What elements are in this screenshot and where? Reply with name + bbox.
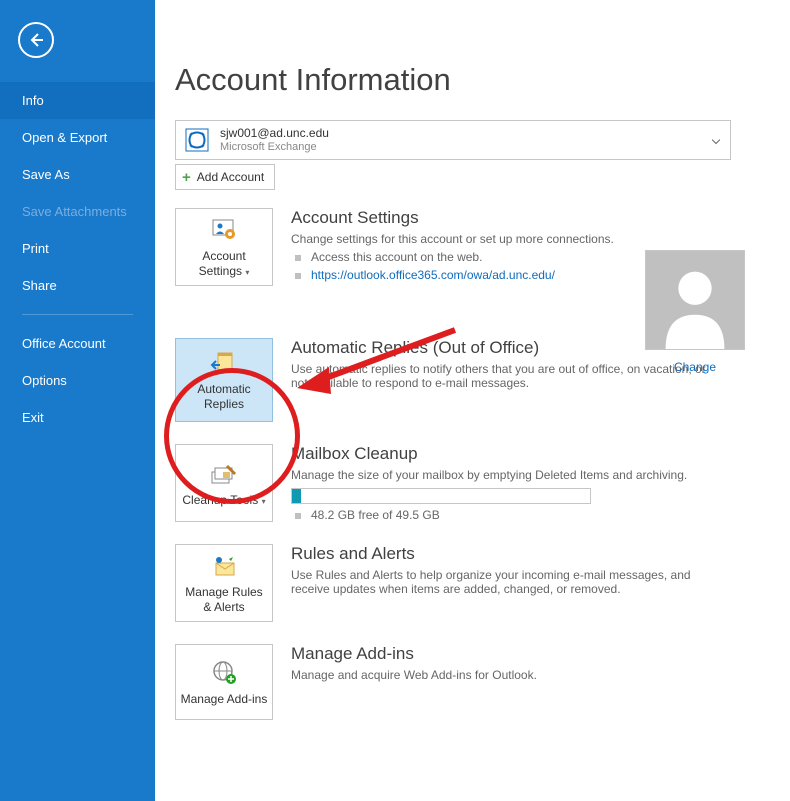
back-arrow-icon	[27, 31, 45, 49]
main-panel: Account Information sjw001@ad.unc.edu Mi…	[155, 0, 790, 801]
rules-tile-label: Manage Rules & Alerts	[180, 585, 268, 615]
account-settings-button[interactable]: Account Settings ▾	[175, 208, 273, 286]
rules-title: Rules and Alerts	[291, 544, 721, 564]
nav-save-attachments: Save Attachments	[0, 193, 155, 230]
nav-open-export[interactable]: Open & Export	[0, 119, 155, 156]
avatar-box: Change	[645, 250, 745, 374]
avatar	[645, 250, 745, 350]
sidebar: Info Open & Export Save As Save Attachme…	[0, 0, 155, 801]
rules-desc: Use Rules and Alerts to help organize yo…	[291, 568, 721, 596]
chevron-down-icon	[712, 133, 720, 148]
add-account-label: Add Account	[197, 170, 264, 184]
account-selector[interactable]: sjw001@ad.unc.edu Microsoft Exchange	[175, 120, 731, 160]
automatic-replies-button[interactable]: Automatic Replies	[175, 338, 273, 422]
nav-share[interactable]: Share	[0, 267, 155, 304]
owa-link[interactable]: https://outlook.office365.com/owa/ad.unc…	[311, 268, 555, 282]
nav-save-as[interactable]: Save As	[0, 156, 155, 193]
nav-divider	[22, 314, 133, 315]
account-settings-icon	[209, 215, 239, 245]
account-email: sjw001@ad.unc.edu	[220, 126, 329, 141]
cleanup-title: Mailbox Cleanup	[291, 444, 687, 464]
account-settings-desc: Change settings for this account or set …	[291, 232, 614, 246]
cleanup-icon	[209, 459, 239, 489]
exchange-icon	[184, 127, 210, 153]
cleanup-tools-button[interactable]: Cleanup Tools ▾	[175, 444, 273, 522]
change-photo-link[interactable]: Change	[645, 360, 745, 374]
automatic-replies-icon	[210, 348, 238, 378]
nav-info[interactable]: Info	[0, 82, 155, 119]
automatic-replies-tile-label: Automatic Replies	[180, 382, 268, 412]
cleanup-tile-label: Cleanup Tools ▾	[182, 493, 265, 508]
back-button[interactable]	[18, 22, 54, 58]
account-type: Microsoft Exchange	[220, 141, 329, 155]
access-on-web-text: Access this account on the web.	[291, 250, 614, 264]
account-settings-tile-label: Account Settings ▾	[180, 249, 268, 279]
manage-rules-button[interactable]: Manage Rules & Alerts	[175, 544, 273, 622]
nav-print[interactable]: Print	[0, 230, 155, 267]
nav-exit[interactable]: Exit	[0, 399, 155, 436]
nav-options[interactable]: Options	[0, 362, 155, 399]
mailbox-usage-bar	[291, 488, 591, 504]
mailbox-free-text: 48.2 GB free of 49.5 GB	[291, 508, 591, 522]
manage-addins-button[interactable]: Manage Add-ins	[175, 644, 273, 720]
add-account-button[interactable]: + Add Account	[175, 164, 275, 190]
addins-title: Manage Add-ins	[291, 644, 537, 664]
account-settings-title: Account Settings	[291, 208, 614, 228]
rules-icon	[210, 551, 238, 581]
addins-desc: Manage and acquire Web Add-ins for Outlo…	[291, 668, 537, 682]
cleanup-desc: Manage the size of your mailbox by empty…	[291, 468, 687, 482]
page-title: Account Information	[175, 62, 790, 98]
addins-tile-label: Manage Add-ins	[181, 692, 268, 707]
plus-icon: +	[182, 169, 191, 186]
addins-icon	[210, 658, 238, 688]
nav-list: Info Open & Export Save As Save Attachme…	[0, 82, 155, 436]
nav-office-account[interactable]: Office Account	[0, 325, 155, 362]
